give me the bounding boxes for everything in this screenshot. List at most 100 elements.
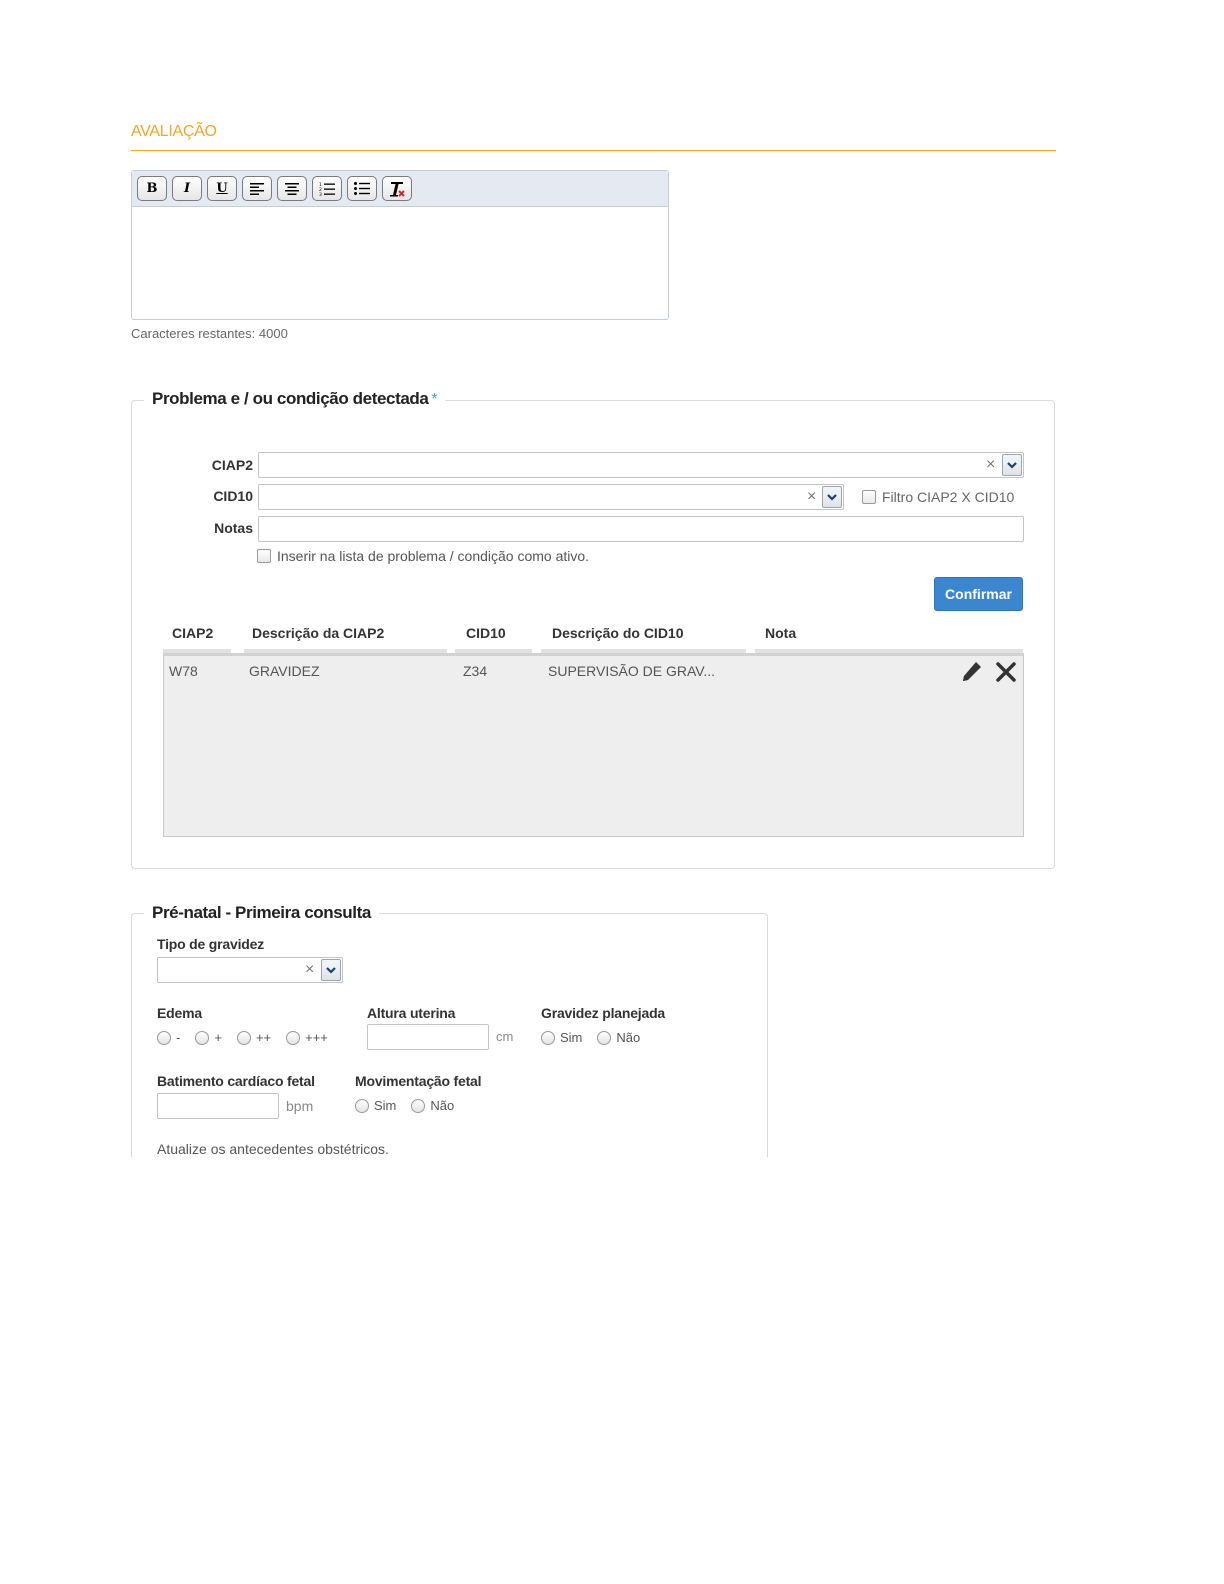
altura-uterina-input[interactable]: [367, 1024, 489, 1050]
underline-icon: U: [216, 181, 228, 196]
bold-button[interactable]: B: [137, 176, 167, 201]
editor-text-area[interactable]: [132, 207, 668, 319]
tipo-gravidez-label: Tipo de gravidez: [157, 936, 265, 952]
nao-label: Não: [616, 1030, 641, 1045]
problem-legend: Problema e / ou condição detectada *: [144, 389, 446, 409]
tipo-gravidez-select[interactable]: [157, 957, 343, 983]
movimentacao-sim[interactable]: Sim: [355, 1098, 396, 1113]
obstetric-note: Atualize os antecedentes obstétricos.: [157, 1141, 389, 1157]
sim-label: Sim: [560, 1030, 583, 1045]
edema-option[interactable]: ++: [236, 1030, 272, 1045]
ciap2-label: CIAP2: [211, 457, 253, 473]
tipo-gravidez-clear-icon[interactable]: ×: [305, 961, 314, 979]
movimentacao-label: Movimentação fetal: [355, 1073, 482, 1089]
cid10-dropdown-button[interactable]: [822, 486, 842, 508]
problem-legend-text: Problema e / ou condição detectada: [152, 389, 429, 408]
radio-icon: [411, 1098, 426, 1113]
radio-icon: [541, 1030, 555, 1045]
align-left-button[interactable]: [242, 176, 272, 201]
cell-cid10: Z34: [463, 663, 488, 679]
cid10-clear-icon[interactable]: ×: [807, 488, 816, 506]
edema-radio-group: - + ++ +++: [157, 1030, 328, 1045]
radio-icon: [355, 1098, 369, 1113]
rich-text-editor: B I U 123: [131, 170, 669, 320]
ordered-list-icon: 123: [319, 182, 335, 196]
align-center-icon: [285, 182, 299, 195]
chevron-down-icon: [827, 493, 837, 501]
radio-icon: [236, 1030, 251, 1045]
cid10-label: CID10: [213, 488, 253, 504]
notas-input[interactable]: [258, 516, 1024, 542]
clear-format-button[interactable]: [382, 176, 412, 201]
svg-text:3: 3: [319, 192, 322, 196]
ciap2-dropdown-button[interactable]: [1002, 454, 1022, 476]
chevron-down-icon: [1007, 461, 1017, 469]
bcf-input[interactable]: [157, 1093, 279, 1119]
cell-desc-ciap2: GRAVIDEZ: [249, 663, 320, 679]
section-divider: [131, 150, 1056, 151]
planejada-sim[interactable]: Sim: [541, 1030, 582, 1045]
italic-icon: I: [183, 181, 191, 196]
edema-option-label: +++: [305, 1030, 328, 1045]
filter-checkbox[interactable]: [862, 490, 876, 504]
edema-option-label: -: [176, 1030, 181, 1045]
col-header-desc-ciap2[interactable]: Descrição da CIAP2: [252, 625, 384, 641]
chevron-down-icon: [326, 966, 336, 974]
align-center-button[interactable]: [277, 176, 307, 201]
radio-icon: [286, 1030, 301, 1045]
cid10-combobox[interactable]: [258, 484, 844, 510]
radio-icon: [157, 1030, 171, 1045]
bcf-unit: bpm: [286, 1098, 314, 1114]
edit-button[interactable]: [961, 660, 983, 689]
edema-label: Edema: [157, 1005, 202, 1021]
notas-label: Notas: [214, 520, 253, 536]
align-left-icon: [250, 182, 264, 195]
edema-option[interactable]: -: [157, 1030, 180, 1045]
active-checkbox[interactable]: [257, 549, 271, 563]
ciap2-combobox[interactable]: [258, 452, 1024, 478]
section-title: AVALIAÇÃO: [131, 123, 217, 140]
planejada-radio-group: Sim Não: [541, 1030, 640, 1045]
gravidez-planejada-label: Gravidez planejada: [541, 1005, 666, 1021]
prenatal-legend: Pré-natal - Primeira consulta: [144, 903, 379, 923]
close-icon: [996, 662, 1016, 682]
italic-button[interactable]: I: [172, 176, 202, 201]
pencil-icon: [963, 662, 981, 681]
edema-option[interactable]: +: [195, 1030, 222, 1045]
radio-icon: [597, 1030, 612, 1045]
clear-format-icon: [390, 181, 405, 197]
cell-ciap2: W78: [169, 663, 198, 679]
ciap2-clear-icon[interactable]: ×: [986, 456, 995, 474]
sim-label: Sim: [374, 1098, 397, 1113]
tipo-gravidez-dropdown-button[interactable]: [321, 959, 341, 981]
bcf-label: Batimento cardíaco fetal: [157, 1073, 315, 1089]
col-header-nota[interactable]: Nota: [765, 625, 796, 641]
underline-button[interactable]: U: [207, 176, 237, 201]
unordered-list-icon: [354, 182, 370, 195]
unordered-list-button[interactable]: [347, 176, 377, 201]
col-header-desc-cid10[interactable]: Descrição do CID10: [552, 625, 684, 641]
ordered-list-button[interactable]: 123: [312, 176, 342, 201]
movimentacao-nao[interactable]: Não: [411, 1098, 454, 1113]
altura-uterina-label: Altura uterina: [367, 1005, 456, 1021]
altura-unit: cm: [496, 1029, 514, 1044]
col-header-cid10[interactable]: CID10: [466, 625, 506, 641]
char-count: Caracteres restantes: 4000: [131, 326, 288, 341]
col-header-ciap2[interactable]: CIAP2: [172, 625, 213, 641]
confirm-button[interactable]: Confirmar: [934, 577, 1023, 611]
edema-option-label: ++: [255, 1030, 272, 1045]
radio-icon: [195, 1030, 210, 1045]
active-checkbox-label: Inserir na lista de problema / condição …: [277, 548, 590, 564]
screenshot-cutoff: [120, 1157, 820, 1197]
planejada-nao[interactable]: Não: [597, 1030, 640, 1045]
edema-option-label: +: [214, 1030, 222, 1045]
edema-option[interactable]: +++: [286, 1030, 328, 1045]
required-mark: *: [431, 391, 438, 408]
delete-button[interactable]: [995, 661, 1017, 688]
editor-toolbar: B I U 123: [132, 171, 668, 207]
cell-desc-cid10: SUPERVISÃO DE GRAV...: [548, 663, 716, 679]
nao-label: Não: [430, 1098, 455, 1113]
movimentacao-radio-group: Sim Não: [355, 1098, 454, 1113]
filter-label: Filtro CIAP2 X CID10: [882, 489, 1015, 505]
bold-icon: B: [146, 181, 158, 196]
